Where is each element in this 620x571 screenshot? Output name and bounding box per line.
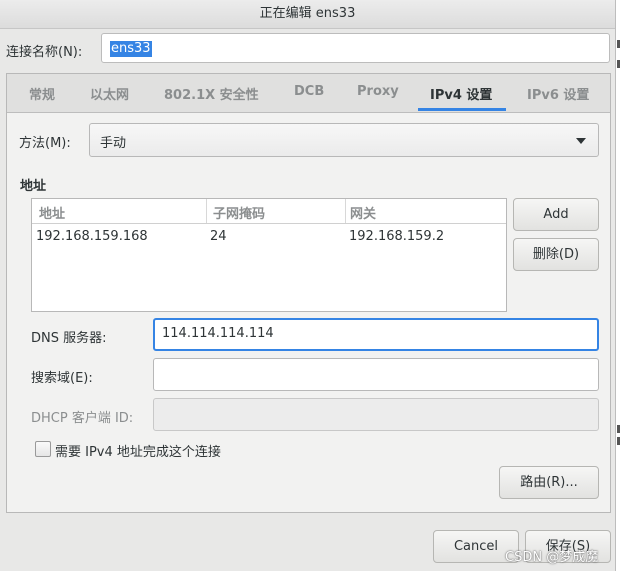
address-table[interactable]: 地址 子网掩码 网关 192.168.159.168 24 192.168.15… — [31, 198, 507, 312]
require-ipv4-checkbox[interactable] — [35, 441, 51, 457]
connection-name-value: ens33 — [110, 41, 152, 57]
tab-8021x-security[interactable]: 802.1X 安全性 — [164, 84, 259, 103]
cell-netmask[interactable]: 24 — [210, 229, 227, 244]
column-header-address[interactable]: 地址 — [39, 203, 65, 222]
tab-proxy[interactable]: Proxy — [357, 84, 399, 99]
column-header-netmask[interactable]: 子网掩码 — [213, 203, 265, 222]
tab-ipv4-settings[interactable]: IPv4 设置 — [430, 84, 492, 103]
routes-button[interactable]: 路由(R)... — [499, 466, 599, 499]
tab-dcb[interactable]: DCB — [294, 84, 324, 99]
dhcp-client-id-input — [153, 398, 599, 431]
search-domains-label: 搜索域(E): — [31, 371, 93, 386]
delete-address-button[interactable]: 删除(D) — [513, 238, 599, 271]
watermark: CSDN @梦成魔 — [505, 550, 599, 565]
column-header-gateway[interactable]: 网关 — [350, 203, 376, 222]
require-ipv4-label[interactable]: 需要 IPv4 地址完成这个连接 — [55, 441, 221, 460]
window-title: 正在编辑 ens33 — [0, 0, 615, 29]
address-section-title: 地址 — [20, 179, 47, 194]
address-table-header: 地址 子网掩码 网关 — [32, 199, 506, 224]
tab-bar: 常规 以太网 802.1X 安全性 DCB Proxy IPv4 设置 IPv6… — [7, 74, 610, 113]
tab-ipv6-settings[interactable]: IPv6 设置 — [527, 84, 589, 103]
search-domains-input[interactable] — [153, 358, 599, 391]
method-value: 手动 — [100, 136, 127, 151]
dns-servers-value: 114.114.114.114 — [162, 326, 274, 341]
tab-ethernet[interactable]: 以太网 — [90, 84, 129, 103]
method-dropdown[interactable]: 手动 — [89, 123, 599, 157]
tab-general[interactable]: 常规 — [29, 84, 55, 103]
cell-gateway[interactable]: 192.168.159.2 — [349, 229, 444, 244]
background-window-edge — [615, 0, 620, 571]
add-address-button[interactable]: Add — [513, 198, 599, 231]
dns-label: DNS 服务器: — [31, 331, 107, 346]
connection-name-label: 连接名称(N): — [6, 45, 83, 60]
cell-address[interactable]: 192.168.159.168 — [36, 229, 148, 244]
dhcp-client-id-label: DHCP 客户端 ID: — [31, 411, 134, 426]
dns-servers-input[interactable]: 114.114.114.114 — [153, 318, 599, 351]
active-tab-indicator — [418, 108, 506, 111]
method-label: 方法(M): — [19, 136, 71, 151]
chevron-down-icon — [576, 138, 586, 144]
connection-name-input[interactable]: ens33 — [101, 33, 610, 63]
